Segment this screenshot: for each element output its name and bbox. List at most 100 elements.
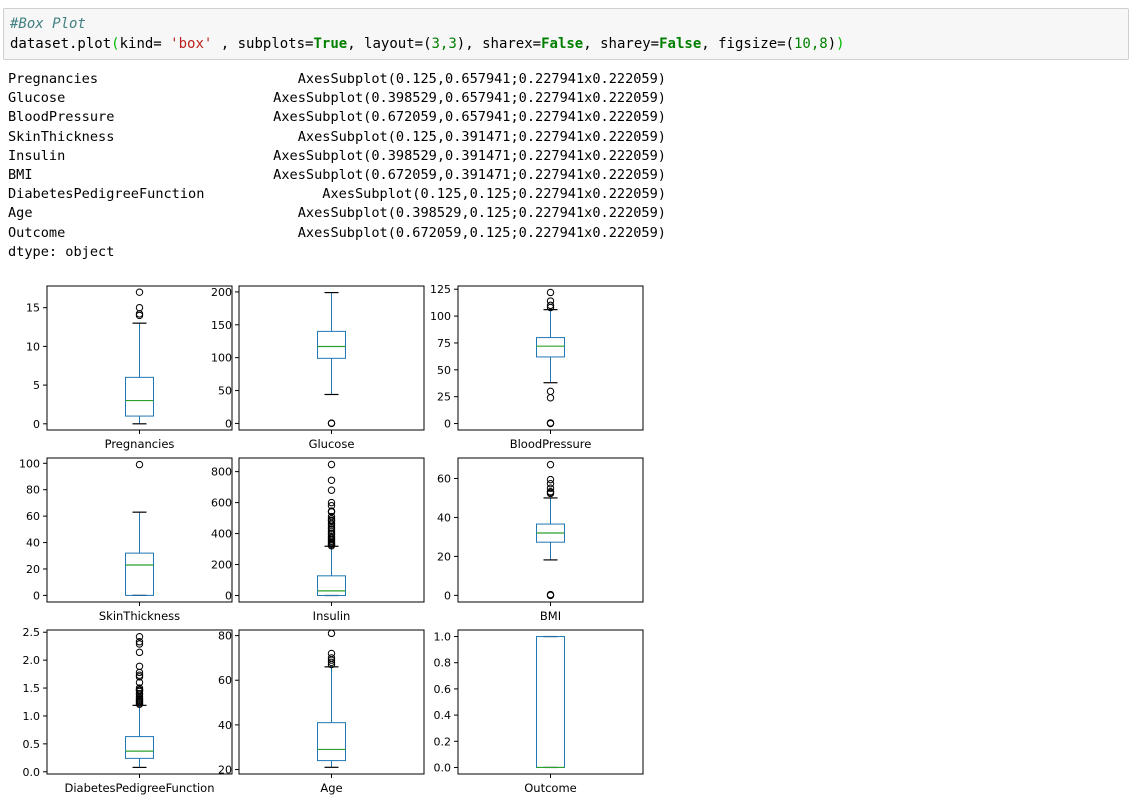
output-row-name: SkinThickness	[8, 128, 115, 145]
y-tick-label: 20	[218, 764, 232, 777]
y-tick-label: 25	[437, 391, 451, 404]
axes-frame	[457, 629, 644, 775]
y-tick-label: 400	[211, 528, 232, 541]
iqr-box	[536, 337, 565, 358]
y-tick-label: 200	[211, 559, 232, 572]
output-row-value: AxesSubplot(0.672059,0.391471;0.227941x0…	[273, 166, 666, 183]
y-tick-label: 50	[437, 364, 451, 377]
output-row-name: Age	[8, 205, 33, 222]
subplot-bmi: 0 20 40 60 BMI	[437, 457, 644, 623]
code-args-d: , sharex=	[465, 36, 542, 52]
subplot-bloodpressure: 0 25 50 75 100 125 BloodPressure	[430, 283, 644, 451]
x-tick-label: Insulin	[313, 609, 351, 623]
outlier-point	[546, 387, 555, 396]
output-row-value: AxesSubplot(0.398529,0.657941;0.227941x0…	[273, 90, 666, 107]
y-tick-label: 75	[437, 337, 451, 350]
x-tick-label: SkinThickness	[99, 609, 180, 623]
axes-frame	[457, 457, 644, 603]
y-tick-label: 60	[437, 472, 451, 485]
output-row: DiabetesPedigreeFunction AxesSubplot(0.12…	[8, 185, 708, 204]
y-tick-label: 0	[225, 589, 232, 602]
outlier-point	[327, 476, 336, 484]
x-tick-label: Outcome	[524, 781, 577, 795]
x-tick-label: Pregnancies	[105, 437, 175, 451]
output-row: BloodPressure AxesSubplot(0.672059,0.6579…	[8, 108, 708, 127]
output-row-name: Glucose	[8, 90, 66, 107]
output-row: Glucose AxesSubplot(0.398529,0.657941;0.2…	[8, 89, 708, 108]
subplot-skinthickness: 0 20 40 60 80 100 SkinThickness	[19, 457, 233, 623]
output-row-name: Outcome	[8, 224, 66, 241]
iqr-box	[317, 575, 346, 596]
iqr-box	[317, 722, 346, 762]
subplot-pregnancies: 0 5 10 15 Pregnancies	[26, 285, 233, 451]
output-row-name: DiabetesPedigreeFunction	[8, 186, 205, 203]
output-row-value: AxesSubplot(0.672059,0.657941;0.227941x0…	[273, 109, 666, 126]
y-tick-label: 0.4	[434, 709, 452, 722]
code-line-comment: #Box Plot	[10, 15, 86, 34]
y-tick-label: 0.6	[434, 683, 452, 696]
output-row-value: AxesSubplot(0.125,0.391471;0.227941x0.22…	[297, 128, 666, 145]
outlier-point	[546, 297, 555, 305]
boxplot-figure: 051015Pregnancies050100150200Glucose0255…	[19, 283, 644, 795]
outlier-point	[327, 419, 336, 427]
code-sharey-value: False	[659, 36, 702, 52]
iqr-box	[125, 376, 154, 417]
y-tick-label: 15	[26, 302, 40, 315]
code-layout-open: (	[423, 36, 432, 52]
output-row: Pregnancies AxesSubplot(0.125,0.657941;0.…	[8, 70, 708, 89]
x-tick-label: BloodPressure	[510, 437, 592, 451]
y-tick-label: 0.8	[434, 657, 452, 670]
code-line-plot: dataset.plot(kind= 'box' , subplots=True…	[10, 35, 845, 54]
y-tick-label: 0.2	[434, 735, 452, 748]
subplot-diabetespedigreefunction: 0.0 0.5 1.0 1.5 2.0 2.5 DiabetesPedigreeFuncti…	[23, 626, 233, 795]
output-row-value: AxesSubplot(0.398529,0.125;0.227941x0.22…	[297, 205, 666, 222]
subplot-outcome: 0.0 0.2 0.4 0.6 0.8 1.0 Outcome	[434, 629, 644, 795]
y-tick-label: 20	[26, 563, 40, 576]
y-tick-label: 0	[444, 589, 451, 602]
y-tick-label: 40	[218, 719, 232, 732]
code-kind-value: 'box'	[170, 36, 213, 52]
y-tick-label: 0.0	[23, 766, 41, 779]
y-tick-label: 100	[19, 457, 40, 470]
iqr-box	[125, 552, 154, 596]
y-tick-label: 20	[437, 550, 451, 563]
y-tick-label: 60	[26, 510, 40, 523]
iqr-box	[536, 636, 565, 768]
y-tick-label: 5	[33, 379, 40, 392]
output-row-name: Insulin	[8, 147, 66, 164]
outlier-point	[546, 475, 555, 484]
subplot-insulin: 0 200 400 600 800 Insulin	[211, 457, 425, 623]
outlier-point	[327, 649, 336, 658]
output-row-value: AxesSubplot(0.672059,0.125;0.227941x0.22…	[297, 224, 666, 241]
code-layout-value: 3,3	[431, 36, 457, 52]
y-tick-label: 0	[33, 418, 40, 431]
subplot-age: 20 40 60 80 Age	[218, 629, 425, 795]
y-tick-label: 600	[211, 497, 232, 510]
y-tick-label: 800	[211, 466, 232, 479]
code-subplots-value: True	[313, 36, 348, 52]
y-tick-label: 1.5	[23, 682, 41, 695]
x-tick-label: BMI	[540, 609, 561, 623]
output-row-value: AxesSubplot(0.125,0.657941;0.227941x0.22…	[297, 71, 666, 87]
y-tick-label: 80	[26, 484, 40, 497]
code-cell[interactable]: #Box Plot dataset.plot(kind= 'box' , sub…	[3, 8, 1129, 60]
y-tick-label: 100	[430, 310, 451, 323]
y-tick-label: 125	[430, 283, 451, 296]
output-row: Age AxesSubplot(0.398529,0.125;0.227941x0…	[8, 204, 708, 223]
y-tick-label: 0.0	[434, 761, 452, 774]
y-tick-label: 40	[437, 511, 451, 524]
y-tick-label: 2.5	[23, 626, 41, 639]
y-tick-label: 200	[211, 286, 232, 299]
code-object: dataset.plot	[10, 36, 112, 52]
output-row-name: Pregnancies	[8, 71, 99, 87]
output-row: SkinThickness AxesSubplot(0.125,0.391471;…	[8, 128, 708, 147]
subplot-glucose: 0 50 100 150 200 Glucose	[211, 285, 425, 451]
code-comment: #Box Plot	[10, 16, 86, 32]
outlier-point	[546, 288, 555, 297]
output-row: BMI AxesSubplot(0.672059,0.391471;0.22794…	[8, 166, 708, 185]
code-args-b: , subplots=	[212, 36, 314, 52]
y-tick-label: 40	[26, 537, 40, 550]
outlier-point	[135, 288, 144, 296]
output-row-name: BMI	[8, 166, 33, 183]
y-tick-label: 0	[33, 589, 40, 602]
